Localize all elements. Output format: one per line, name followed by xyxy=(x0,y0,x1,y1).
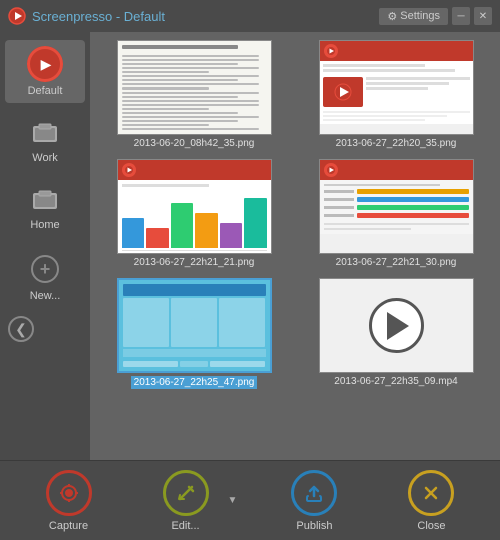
publish-button[interactable]: Publish xyxy=(274,470,354,532)
edit-icon xyxy=(163,470,209,516)
sidebar-label-home: Home xyxy=(30,219,59,231)
thumbnail-label: 2013-06-27_22h20_35.png xyxy=(336,138,457,149)
close-icon xyxy=(408,470,454,516)
thumbnail-label: 2013-06-27_22h21_30.png xyxy=(336,257,457,268)
content-area: 2013-06-20_08h42_35.png xyxy=(90,32,500,460)
publish-icon xyxy=(291,470,337,516)
work-icon xyxy=(27,113,63,149)
thumbnail-item[interactable]: 2013-06-27_22h21_30.png xyxy=(300,159,492,268)
thumbnail-item[interactable]: 2013-06-27_22h35_09.mp4 xyxy=(300,278,492,389)
sidebar-item-default[interactable]: Default xyxy=(5,40,85,103)
thumbnail-image xyxy=(117,40,272,135)
home-icon xyxy=(27,180,63,216)
sidebar-label-work: Work xyxy=(32,152,57,164)
edit-label: Edit... xyxy=(171,520,199,532)
title-bar-left: Screenpresso - Default xyxy=(8,7,165,25)
video-play-icon xyxy=(369,298,424,353)
sidebar-item-home[interactable]: Home xyxy=(5,174,85,237)
thumbnail-grid: 2013-06-20_08h42_35.png xyxy=(98,40,492,389)
edit-group: Edit... ▼ xyxy=(146,470,238,532)
title-bar-right: ⚙ Settings ─ ✕ xyxy=(379,7,492,25)
thumbnail-item[interactable]: 2013-06-20_08h42_35.png xyxy=(98,40,290,149)
thumbnail-label: 2013-06-20_08h42_35.png xyxy=(134,138,255,149)
publish-label: Publish xyxy=(296,520,332,532)
app-title: Screenpresso - Default xyxy=(32,9,165,24)
thumbnail-label: 2013-06-27_22h21_21.png xyxy=(134,257,255,268)
window-close-button[interactable]: ✕ xyxy=(474,7,492,25)
thumbnail-image xyxy=(319,278,474,373)
edit-dropdown-arrow[interactable]: ▼ xyxy=(228,495,238,506)
edit-button[interactable]: Edit... xyxy=(146,470,226,532)
thumbnail-item[interactable]: 2013-06-27_22h21_21.png xyxy=(98,159,290,268)
close-button[interactable]: Close xyxy=(391,470,471,532)
thumbnail-label: 2013-06-27_22h35_09.mp4 xyxy=(334,376,457,387)
sidebar-item-work[interactable]: Work xyxy=(5,107,85,170)
capture-icon xyxy=(46,470,92,516)
sidebar: Default Work Home xyxy=(0,32,90,460)
app-icon xyxy=(8,7,26,25)
main-layout: Default Work Home xyxy=(0,32,500,460)
settings-button[interactable]: ⚙ Settings xyxy=(379,8,448,25)
thumbnail-image xyxy=(319,159,474,254)
capture-label: Capture xyxy=(49,520,88,532)
close-label: Close xyxy=(417,520,445,532)
thumbnail-image xyxy=(117,159,272,254)
new-plus-icon: + xyxy=(27,251,63,287)
thumbnail-item[interactable]: 2013-06-27_22h25_47.png xyxy=(98,278,290,389)
bottom-toolbar: Capture Edit... ▼ Publish xyxy=(0,460,500,540)
gear-icon: ⚙ xyxy=(387,10,397,23)
thumbnail-image xyxy=(319,40,474,135)
sidebar-label-new: New... xyxy=(30,290,61,302)
title-bar: Screenpresso - Default ⚙ Settings ─ ✕ xyxy=(0,0,500,32)
nav-back-arrow[interactable]: ❮ xyxy=(8,316,34,342)
capture-button[interactable]: Capture xyxy=(29,470,109,532)
sidebar-item-new[interactable]: + New... xyxy=(5,245,85,308)
thumbnail-item[interactable]: 2013-06-27_22h20_35.png xyxy=(300,40,492,149)
thumbnail-label: 2013-06-27_22h25_47.png xyxy=(131,376,258,389)
thumbnail-image xyxy=(117,278,272,373)
minimize-button[interactable]: ─ xyxy=(452,7,470,25)
default-icon xyxy=(27,46,63,82)
sidebar-label-default: Default xyxy=(28,85,63,97)
